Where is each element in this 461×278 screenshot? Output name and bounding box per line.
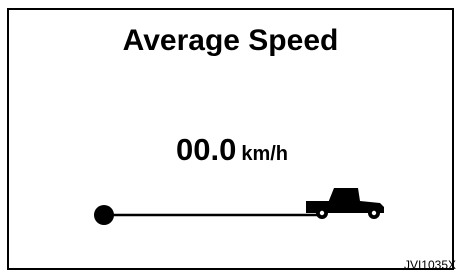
trip-graphic	[94, 188, 384, 225]
reference-code: JVI1035X	[403, 258, 456, 272]
average-speed-screen: Average Speed 00.0 km/h JVI1035X	[0, 0, 461, 278]
pickup-truck-icon	[306, 188, 384, 219]
